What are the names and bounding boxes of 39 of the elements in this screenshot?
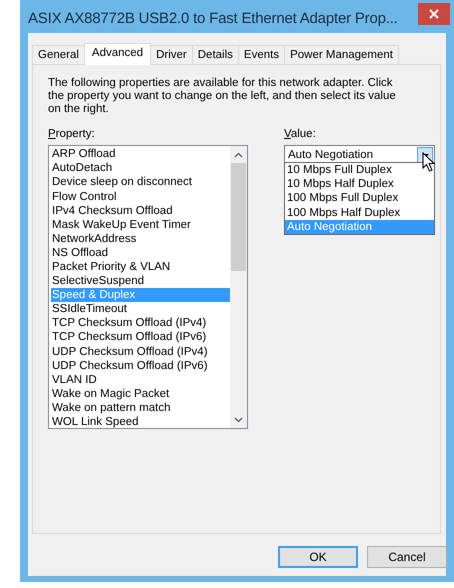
list-item[interactable]: Flow Control: [51, 190, 230, 204]
cancel-button[interactable]: Cancel: [367, 546, 447, 568]
value-label: Value:: [284, 127, 317, 142]
tab[interactable]: General: [32, 45, 85, 64]
list-item[interactable]: Mask WakeUp Event Timer: [51, 218, 230, 232]
list-item[interactable]: IPv4 Checksum Offload: [51, 204, 230, 218]
list-item[interactable]: Wake on Magic Packet: [51, 386, 230, 401]
list-item[interactable]: SSIdleTimeout: [51, 302, 230, 316]
scroll-down-icon[interactable]: [234, 416, 243, 423]
scroll-thumb[interactable]: [231, 163, 246, 272]
list-item[interactable]: TCP Checksum Offload (IPv4): [51, 316, 230, 330]
tab[interactable]: Advanced: [84, 43, 152, 65]
scroll-up-icon[interactable]: [234, 152, 243, 158]
list-item[interactable]: VLAN ID: [51, 372, 230, 387]
list-item[interactable]: Wake on pattern match: [51, 400, 230, 416]
property-list[interactable]: [48, 145, 248, 430]
scrollbar[interactable]: [230, 146, 247, 428]
tab[interactable]: Power Management: [284, 45, 399, 64]
dropdown-value: Auto Negotiation: [288, 148, 374, 164]
close-icon: [429, 9, 439, 19]
description-text: The following properties are available for this network adapter. Click the property you want to change on the left, and then select its value on the right.: [48, 77, 397, 116]
window-title: ASIX AX88772B USB2.0 to Fast Ethernet Adapter Prop...: [28, 9, 398, 29]
list-item[interactable]: WOL Link Speed: [51, 415, 230, 430]
dropdown-option[interactable]: 10 Mbps Half Duplex: [285, 177, 434, 192]
list-item[interactable]: NetworkAddress: [51, 232, 230, 246]
list-item[interactable]: Packet Priority & VLAN: [51, 260, 230, 274]
list-item[interactable]: Device sleep on disconnect: [51, 175, 230, 190]
list-item[interactable]: ARP Offload: [51, 147, 230, 162]
list-item[interactable]: SelectiveSuspend: [51, 274, 230, 288]
list-item[interactable]: UDP Checksum Offload (IPv4): [51, 344, 230, 359]
list-item[interactable]: NS Offload: [51, 246, 230, 260]
close-button[interactable]: [418, 3, 450, 25]
list-item[interactable]: TCP Checksum Offload (IPv6): [51, 330, 230, 345]
list-item[interactable]: UDP Checksum Offload (IPv6): [51, 358, 230, 373]
property-label: Property:: [48, 127, 96, 142]
list-item[interactable]: AutoDetach: [51, 161, 230, 176]
dropdown-option[interactable]: 100 Mbps Half Duplex: [285, 206, 434, 220]
dropdown-option[interactable]: 100 Mbps Full Duplex: [285, 191, 434, 206]
ok-button[interactable]: OK: [278, 546, 358, 568]
